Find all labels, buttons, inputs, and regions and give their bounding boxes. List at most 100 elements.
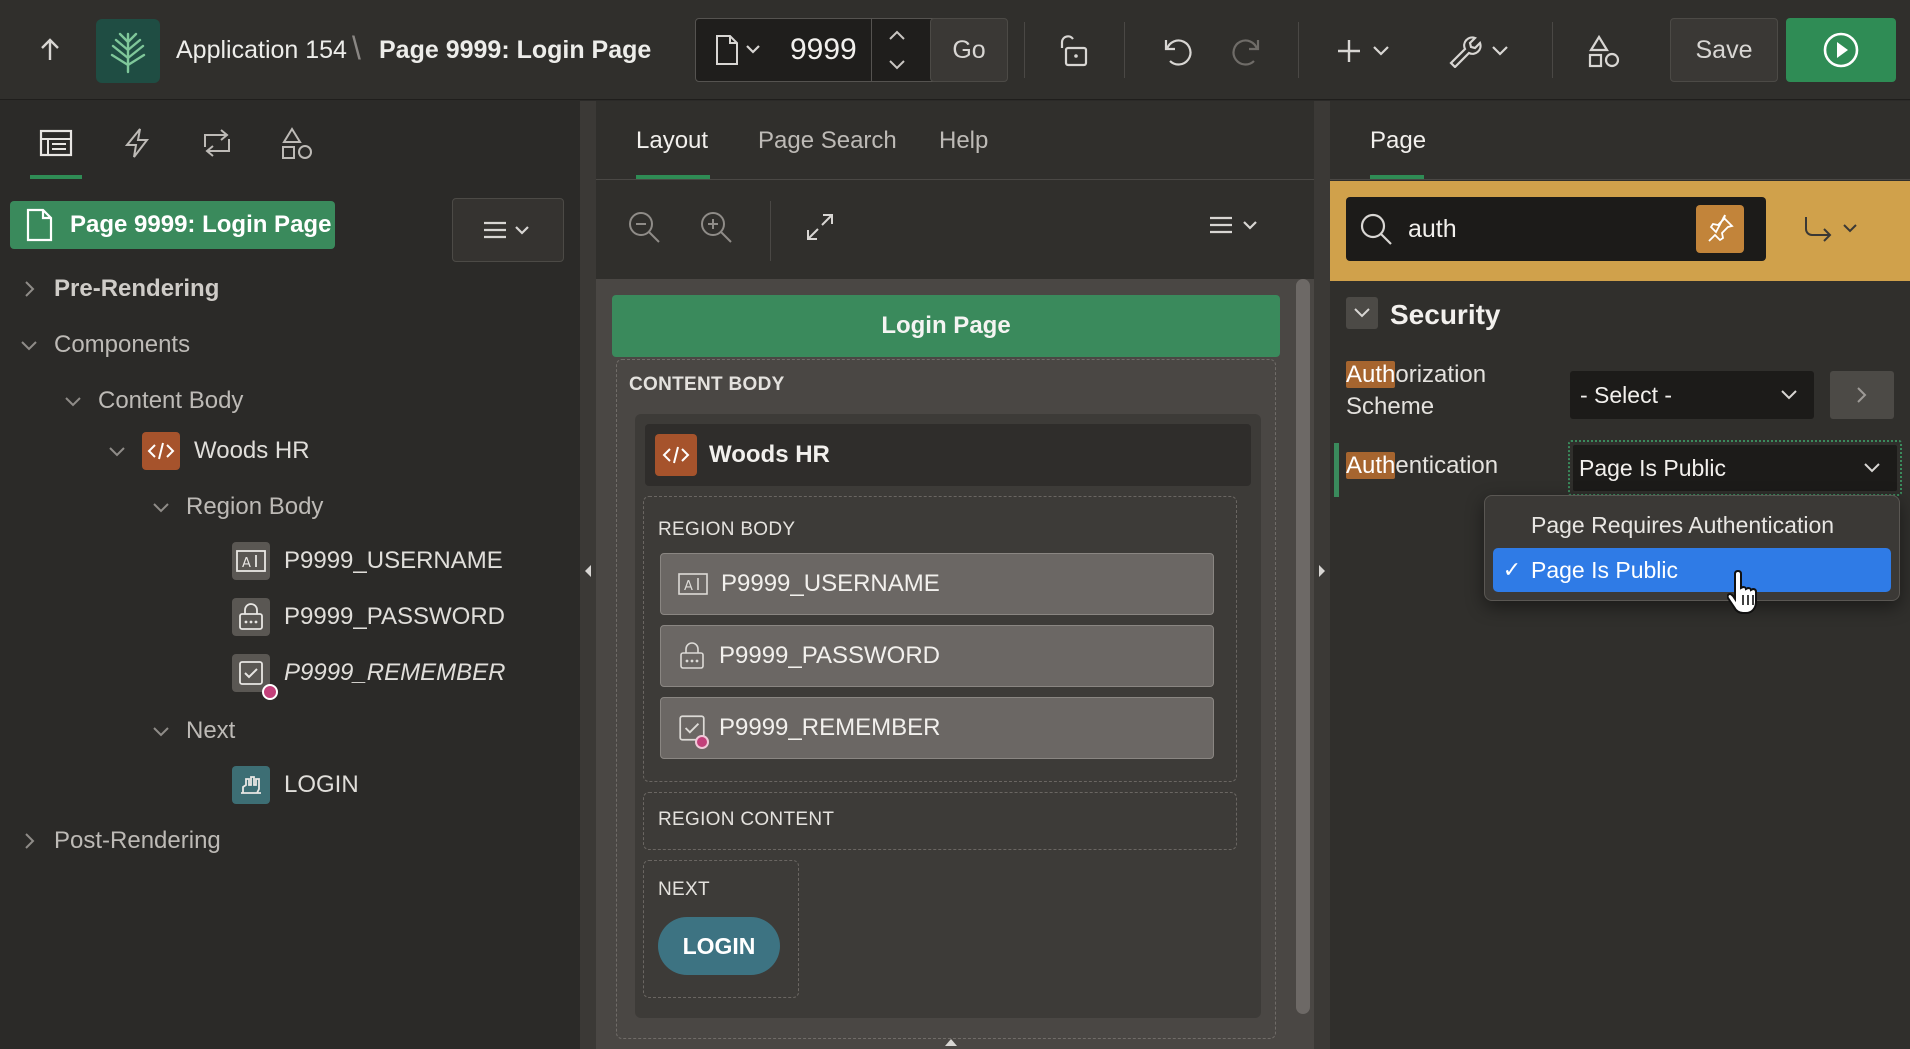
collapse-section-button[interactable]: [1346, 297, 1378, 329]
svg-text:A: A: [242, 556, 251, 571]
tab-page[interactable]: Page: [1370, 127, 1426, 155]
tab-layout[interactable]: Layout: [636, 127, 708, 155]
chevron-down-icon[interactable]: [872, 51, 922, 79]
tree-label: Content Body: [98, 387, 244, 414]
go-to-scheme-button[interactable]: [1830, 371, 1894, 419]
content-body-region[interactable]: CONTENT BODY Woods HR REGION BODY A P999…: [616, 359, 1276, 1039]
play-icon: [1823, 32, 1859, 68]
option-page-is-public[interactable]: ✓ Page Is Public: [1493, 548, 1891, 592]
tree-logo-icon: [110, 32, 146, 74]
tree-node-login[interactable]: LOGIN: [232, 761, 359, 809]
page-type-dropdown[interactable]: [710, 29, 766, 71]
pin-button[interactable]: [1696, 205, 1744, 253]
search-band: auth: [1330, 181, 1910, 281]
region-body-area[interactable]: REGION BODY A P9999_USERNAME P9999_PASSW…: [643, 496, 1237, 782]
tree-label: LOGIN: [284, 771, 359, 798]
next-region-area[interactable]: NEXT LOGIN: [643, 860, 799, 998]
tree-node-remember[interactable]: P9999_REMEMBER: [232, 649, 506, 700]
tab-rendering[interactable]: [30, 115, 82, 171]
save-button[interactable]: Save: [1670, 18, 1778, 82]
page-number-input[interactable]: 9999: [790, 33, 857, 67]
collapse-left-icon[interactable]: [580, 561, 596, 581]
tree-node-next[interactable]: Next: [150, 707, 235, 755]
search-highlight: Auth: [1346, 452, 1396, 479]
tab-dynamic-actions[interactable]: [112, 115, 162, 171]
option-page-requires-authentication[interactable]: Page Requires Authentication: [1493, 504, 1891, 546]
remember-item[interactable]: P9999_REMEMBER: [660, 697, 1214, 759]
property-search-input[interactable]: auth: [1346, 197, 1766, 261]
item-label: P9999_USERNAME: [721, 570, 940, 597]
unlock-icon[interactable]: [1048, 26, 1100, 76]
zoom-in-icon[interactable]: [698, 209, 738, 249]
chevron-down-icon: [65, 397, 81, 407]
tree-node-region-body[interactable]: Region Body: [150, 483, 323, 531]
search-highlight: Auth: [1346, 361, 1396, 388]
application-name-link[interactable]: Application 154: [176, 36, 347, 65]
utilities-menu-button[interactable]: [1440, 26, 1520, 76]
right-splitter[interactable]: [1314, 101, 1330, 1049]
tree-node-post-rendering[interactable]: Post-Rendering: [18, 817, 221, 865]
tree-node-password[interactable]: P9999_PASSWORD: [232, 593, 505, 641]
chevron-down-icon: [21, 341, 37, 351]
tree-node-components[interactable]: Components: [18, 321, 190, 369]
tree-node-content-body[interactable]: Content Body: [62, 377, 243, 425]
chevron-down-icon: [1864, 463, 1880, 473]
left-splitter[interactable]: [580, 101, 596, 1049]
username-item[interactable]: A P9999_USERNAME: [660, 553, 1214, 615]
create-menu-button[interactable]: [1330, 26, 1400, 76]
chevron-right-icon: [1857, 387, 1867, 403]
password-item[interactable]: P9999_PASSWORD: [660, 625, 1214, 687]
tree-label: Pre-Rendering: [54, 275, 220, 302]
chevron-right-icon: [25, 281, 35, 297]
up-arrow-icon[interactable]: [30, 30, 70, 70]
woods-hr-header[interactable]: Woods HR: [645, 424, 1251, 486]
authorization-scheme-select[interactable]: - Select -: [1570, 371, 1814, 419]
item-label: P9999_PASSWORD: [719, 642, 940, 669]
woods-hr-title: Woods HR: [709, 441, 830, 468]
page-tree-node[interactable]: Page 9999: Login Page: [10, 201, 335, 249]
layout-menu-button[interactable]: [1206, 213, 1266, 243]
authentication-select[interactable]: Page Is Public: [1573, 445, 1897, 491]
tab-processing[interactable]: [192, 115, 242, 171]
chevron-down-icon: [1354, 308, 1370, 318]
warning-dot: [695, 735, 709, 749]
tree-menu-button[interactable]: [452, 198, 564, 262]
authentication-label: Authentication: [1346, 452, 1498, 480]
tree-label: Region Body: [186, 493, 324, 520]
go-to-group-button[interactable]: [1800, 211, 1870, 251]
hamburger-menu-icon: [484, 221, 529, 239]
collapse-right-icon[interactable]: [1314, 561, 1330, 581]
tab-page-search[interactable]: Page Search: [758, 127, 897, 155]
tree-label: P9999_REMEMBER: [284, 659, 506, 686]
zoom-out-icon[interactable]: [626, 209, 666, 249]
changed-indicator: [1334, 443, 1339, 497]
tab-help[interactable]: Help: [939, 127, 988, 155]
shared-components-icon[interactable]: [1578, 26, 1630, 76]
checkmark-icon: ✓: [1502, 557, 1522, 582]
authentication-focus-ring: Page Is Public: [1568, 440, 1902, 496]
region-content-area[interactable]: REGION CONTENT: [643, 792, 1237, 850]
tree-node-username[interactable]: A P9999_USERNAME: [232, 537, 503, 585]
tree-node-pre-rendering[interactable]: Pre-Rendering: [18, 265, 219, 313]
page-icon: [26, 208, 53, 242]
undo-icon[interactable]: [1150, 26, 1202, 76]
document-icon: [716, 35, 760, 65]
page-title: Page 9999: Login Page: [379, 36, 652, 64]
warning-dot: [262, 684, 278, 700]
collapse-bottom-icon[interactable]: [943, 1037, 959, 1047]
login-button[interactable]: LOGIN: [658, 917, 780, 975]
woods-hr-region[interactable]: Woods HR REGION BODY A P9999_USERNAME P9…: [635, 414, 1261, 1018]
canvas-scrollbar[interactable]: [1296, 279, 1310, 1014]
chevron-up-icon[interactable]: [872, 21, 922, 49]
label-text: Scheme: [1346, 393, 1435, 420]
expand-icon[interactable]: [804, 211, 840, 247]
app-logo[interactable]: [96, 19, 160, 83]
tab-shared-components[interactable]: [272, 115, 322, 171]
select-value: - Select -: [1580, 381, 1673, 408]
redo-icon[interactable]: [1222, 26, 1274, 76]
go-button[interactable]: Go: [930, 18, 1008, 82]
login-page-title-bar[interactable]: Login Page: [612, 295, 1280, 357]
tree-node-woods-hr[interactable]: Woods HR: [106, 427, 310, 475]
run-page-button[interactable]: [1786, 18, 1896, 82]
svg-text:A: A: [684, 579, 693, 594]
